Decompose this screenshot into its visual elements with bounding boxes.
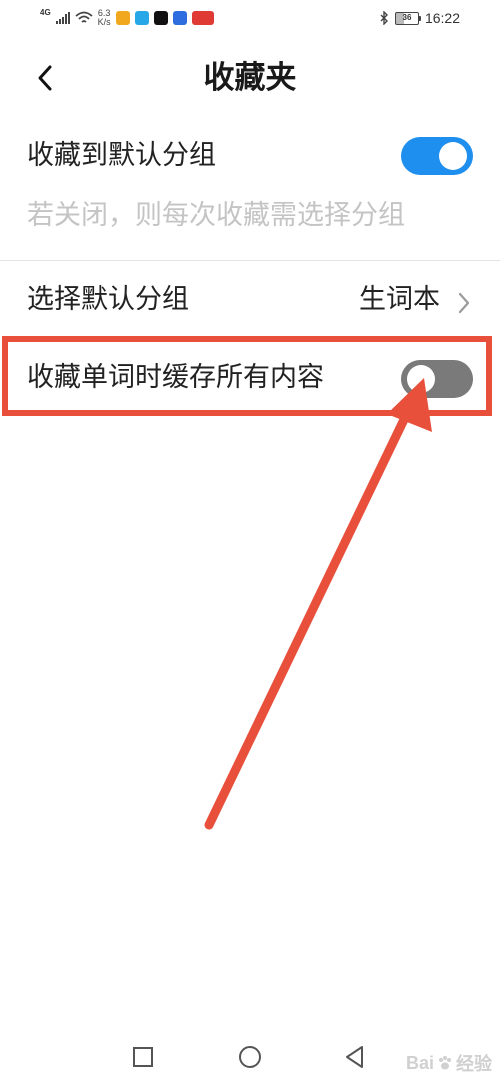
video-app-icon (172, 11, 187, 25)
network-type: 4G (40, 8, 51, 17)
page-title: 收藏夹 (203, 60, 297, 96)
watermark-suffix: 经验 (456, 1054, 492, 1074)
default-group-label: 收藏到默认分组 (27, 140, 216, 171)
toggle-knob (407, 365, 435, 393)
default-group-setting: 收藏到默认分组 若关闭，则每次收藏需选择分组 (0, 130, 500, 260)
network-speed: 6.3 K/s (98, 9, 111, 27)
default-group-hint: 若关闭，则每次收藏需选择分组 (27, 200, 405, 231)
battery-icon: 36 (394, 11, 421, 25)
cache-content-label: 收藏单词时缓存所有内容 (27, 362, 324, 393)
58-icon (115, 11, 130, 25)
status-left: 4G 6.3 K/s (40, 8, 214, 28)
status-time: 16:22 (424, 10, 460, 26)
speed-unit: K/s (97, 17, 111, 27)
paw-icon (439, 1056, 451, 1070)
selected-group-value: 生词本 (359, 284, 440, 315)
chevron-right-icon (458, 292, 470, 314)
app-header: 收藏夹 (0, 48, 500, 108)
wifi-icon (75, 11, 93, 23)
status-bar: 4G 6.3 K/s 36 16:22 (0, 0, 500, 36)
browser-icon (134, 11, 149, 25)
toggle-knob (439, 142, 467, 170)
tiktok-icon (153, 11, 168, 25)
news-app-icon (191, 11, 214, 25)
bluetooth-icon (380, 11, 388, 25)
select-default-group-label: 选择默认分组 (27, 284, 189, 315)
status-right: 36 16:22 (380, 8, 460, 28)
cache-content-toggle[interactable] (401, 360, 473, 398)
default-group-toggle[interactable] (401, 137, 473, 175)
baidu-watermark: Bai 经验 (406, 1050, 492, 1076)
cache-content-setting: 收藏单词时缓存所有内容 (0, 340, 500, 416)
triangle-back-icon[interactable] (342, 1044, 368, 1070)
select-default-group-row[interactable]: 选择默认分组 生词本 (0, 262, 500, 340)
circle-home-icon[interactable] (237, 1044, 263, 1070)
square-recents-icon[interactable] (130, 1044, 156, 1070)
section-divider (0, 260, 500, 261)
signal-icon (55, 12, 70, 24)
battery-level: 36 (402, 13, 412, 22)
watermark-text: Bai (405, 1052, 434, 1073)
